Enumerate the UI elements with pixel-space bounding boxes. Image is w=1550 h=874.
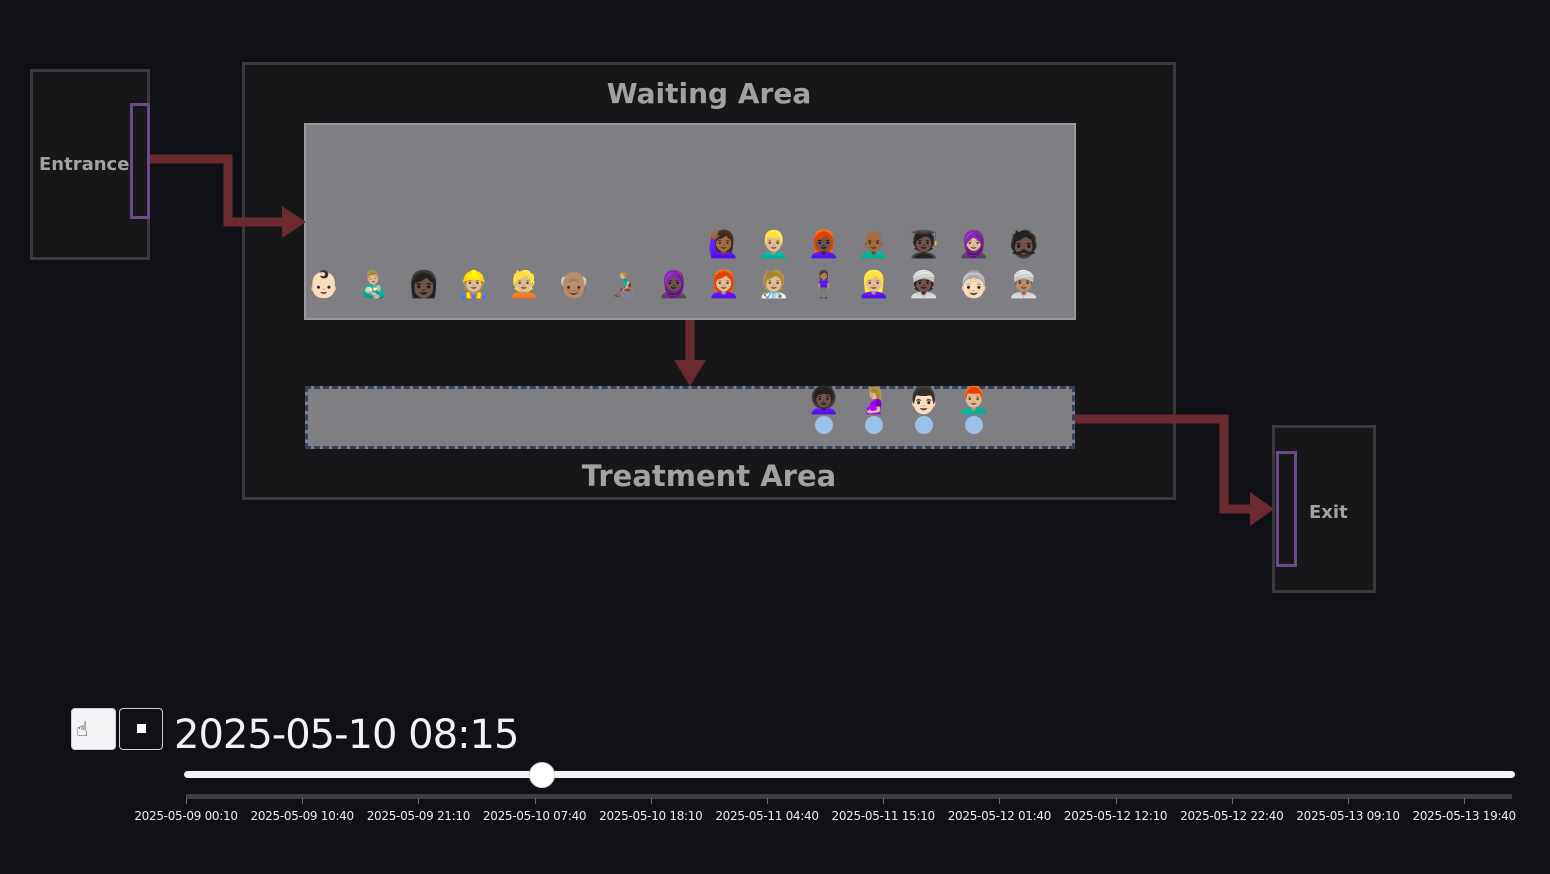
waiting-patient: 👨🏼‍🦽: [607, 270, 641, 300]
treatment-to-exit-arrowhead: [1250, 492, 1274, 526]
timeline-tick: [1348, 798, 1349, 804]
treatment-seat: [815, 416, 833, 434]
exit-door: [1276, 451, 1297, 567]
treatment-patient: 👨🏼‍🦰: [957, 386, 991, 416]
stop-button[interactable]: [119, 708, 163, 750]
timeline-tick-label: 2025-05-09 10:40: [250, 809, 355, 823]
waiting-patient: 👵🏻: [957, 270, 991, 300]
timeline-tick-label: 2025-05-09 21:10: [366, 809, 471, 823]
hand-cursor-icon: ☝: [76, 717, 89, 741]
waiting-patient: 👨🏼‍🍼: [357, 270, 391, 300]
timeline-tick-label: 2025-05-09 00:10: [134, 809, 238, 823]
waiting-patient: 👶🏻: [307, 270, 341, 300]
timeline-tick: [418, 798, 420, 804]
timeline-tick: [999, 798, 1001, 804]
treatment-patient: 🤰🏼: [857, 386, 891, 416]
current-time-label: 2025-05-10 08:15: [174, 712, 519, 758]
timeline-tick-label: 2025-05-10 07:40: [482, 809, 587, 823]
treatment-patient: 👩🏿‍🦱: [807, 386, 841, 416]
waiting-patient: 🙋🏾‍♀️: [707, 230, 741, 260]
treatment-patient: 👨🏻: [907, 386, 941, 416]
waiting-patient: 👴🏽: [557, 270, 591, 300]
waiting-patient: 👩🏿‍🦰: [807, 230, 841, 260]
waiting-patient: 🧑🏿‍🎓: [907, 230, 941, 260]
timeline-tick: [534, 798, 536, 804]
exit-label: Exit: [1309, 502, 1348, 523]
waiting-patient: 👳🏽‍♂️: [1007, 270, 1041, 300]
waiting-patient: 🧔🏿: [1007, 230, 1041, 260]
timeline-slider-track[interactable]: [184, 771, 1515, 778]
timeline-tick-label: 2025-05-11 04:40: [715, 809, 819, 823]
timeline-tick: [1464, 798, 1466, 804]
timeline-tick-label: 2025-05-12 01:40: [947, 809, 1052, 823]
entrance-label: Entrance: [39, 154, 130, 175]
treatment-area-title: Treatment Area: [581, 459, 837, 493]
treatment-seat: [965, 416, 983, 434]
timeline-axis: [186, 794, 1512, 799]
entrance-box: Entrance: [30, 69, 150, 260]
entrance-door: [130, 103, 150, 219]
waiting-patient: 🧕🏿: [657, 270, 691, 300]
exit-box: Exit: [1272, 425, 1376, 593]
timeline-tick-label: 2025-05-11 15:10: [831, 809, 936, 823]
timeline-tick: [186, 798, 187, 804]
timeline-slider-thumb[interactable]: [529, 762, 556, 788]
waiting-patient: 👱🏼‍♀️: [857, 270, 891, 300]
waiting-patient: 🧕🏼: [957, 230, 991, 260]
waiting-patient: 👳🏿: [907, 270, 941, 300]
timeline-tick-label: 2025-05-10 18:10: [599, 809, 703, 823]
treatment-seat: [865, 416, 883, 434]
treatment-seat: [915, 416, 933, 434]
stop-icon: [137, 724, 146, 733]
waiting-patient: 👱🏼: [507, 270, 541, 300]
timeline-tick: [302, 798, 304, 804]
waiting-area-title: Waiting Area: [606, 77, 812, 110]
waiting-patient: 👷🏼: [457, 270, 491, 300]
waiting-patient: 🧑🏼‍⚕️: [757, 270, 791, 300]
timeline-tick: [1231, 798, 1233, 804]
timeline-tick-label: 2025-05-12 22:40: [1180, 809, 1284, 823]
timeline-tick: [1115, 798, 1117, 804]
simulation-canvas: Entrance Waiting Area Treatment Area Exi…: [0, 0, 1550, 660]
timeline-tick: [767, 798, 768, 804]
waiting-patient: 👩🏼‍🦰: [707, 270, 741, 300]
timeline-tick-label: 2025-05-13 09:10: [1296, 809, 1400, 823]
timeline-tick: [883, 798, 885, 804]
waiting-patient: 👩🏿: [407, 270, 441, 300]
timeline-tick: [650, 798, 652, 804]
waiting-patient: 👱🏼‍♂️: [757, 230, 791, 260]
waiting-patient: 🧍🏽‍♀️: [807, 270, 841, 300]
waiting-patient: 👨🏾‍🦲: [857, 230, 891, 260]
play-button[interactable]: ☝: [71, 708, 116, 750]
timeline-tick-label: 2025-05-13 19:40: [1412, 809, 1517, 823]
timeline-tick-label: 2025-05-12 12:10: [1063, 809, 1168, 823]
